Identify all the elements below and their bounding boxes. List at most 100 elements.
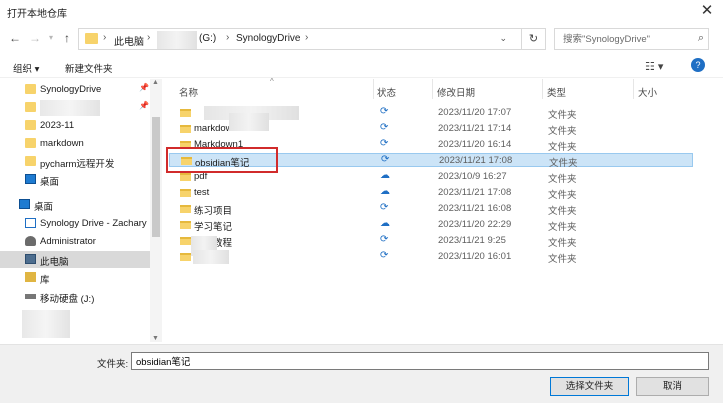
scroll-down-icon[interactable]: ▼	[152, 335, 159, 342]
sidebar-scrollbar[interactable]: ▲ ▼	[150, 79, 162, 342]
sidebar-item-label: 2023-11	[40, 120, 75, 131]
address-bar[interactable]: › 此电脑 › (G:) › SynologyDrive › ⌄ ↻	[78, 28, 546, 50]
sidebar-item-library[interactable]: 库	[0, 269, 150, 286]
column-header-date[interactable]: 修改日期	[437, 85, 475, 99]
scrollbar-thumb[interactable]	[152, 117, 160, 237]
redacted-folder-name	[40, 100, 100, 116]
sidebar-item-desktop[interactable]: 桌面	[0, 196, 150, 213]
item-type: 文件夹	[548, 222, 577, 233]
search-input[interactable]	[563, 32, 683, 46]
refresh-icon[interactable]: ↻	[521, 29, 545, 49]
folder-icon	[25, 102, 36, 112]
sync-status-icon: ⟳	[380, 106, 389, 117]
sidebar-item-synologydrive[interactable]: SynologyDrive 📌	[0, 81, 150, 98]
modified-date: 2023/11/21 17:08	[438, 187, 512, 198]
modified-date: 2023/11/21 17:08	[439, 155, 513, 166]
column-divider[interactable]	[633, 79, 634, 99]
redacted-drive-name	[157, 31, 197, 49]
sidebar-item-this-pc[interactable]: 此电脑	[0, 251, 150, 268]
folder-name-input[interactable]	[131, 352, 709, 370]
folder-name-label: 文件夹:	[97, 359, 129, 370]
file-name: 练习项目	[194, 206, 233, 217]
column-divider[interactable]	[542, 79, 543, 99]
recent-locations-chevron-icon[interactable]: ▾	[44, 30, 58, 46]
desktop-icon	[19, 199, 30, 209]
view-options-icon[interactable]: ☷ ▾	[645, 60, 663, 73]
file-name: test	[194, 187, 210, 198]
folder-icon	[25, 120, 36, 130]
sidebar-item-redacted[interactable]: 📌	[0, 99, 150, 116]
table-row[interactable]: 练习项目 ⟳ 2023/11/21 16:08 文件夹	[169, 202, 693, 217]
sync-status-icon: ⟳	[380, 202, 389, 213]
library-icon	[25, 272, 36, 282]
cancel-button[interactable]: 取消	[636, 377, 709, 396]
pin-icon: 📌	[139, 83, 149, 92]
modified-date: 2023/10/9 16:27	[438, 171, 507, 182]
modified-date: 2023/11/20 17:07	[438, 107, 512, 118]
folder-icon	[180, 125, 191, 133]
breadcrumb-synologydrive[interactable]: SynologyDrive	[236, 33, 300, 44]
item-type: 文件夹	[548, 254, 577, 265]
back-arrow-icon[interactable]: ←	[8, 30, 22, 46]
select-folder-button[interactable]: 选择文件夹	[550, 377, 629, 396]
chevron-right-icon[interactable]: ›	[305, 32, 308, 43]
item-type: 文件夹	[548, 206, 577, 217]
folder-icon	[25, 138, 36, 148]
chevron-right-icon[interactable]: ›	[103, 32, 106, 43]
table-row[interactable]: 学习教程 ⟳ 2023/11/21 9:25 文件夹	[169, 234, 693, 256]
column-header-type[interactable]: 类型	[547, 85, 566, 99]
column-header-size[interactable]: 大小	[638, 85, 657, 99]
item-type: 文件夹	[548, 190, 577, 201]
sidebar-item-removable-disk[interactable]: 移动硬盘 (J:)	[0, 288, 150, 305]
chevron-right-icon[interactable]: ›	[147, 32, 150, 43]
chevron-down-icon[interactable]: ⌄	[499, 33, 507, 44]
folder-icon	[180, 237, 191, 245]
sidebar-item-2023-11[interactable]: 2023-11	[0, 117, 150, 134]
sync-status-icon: ⟳	[380, 138, 389, 149]
table-row[interactable]: 学习笔记 ☁ 2023/11/20 22:29 文件夹	[169, 218, 693, 233]
new-folder-button[interactable]: 新建文件夹	[65, 61, 113, 75]
sync-status-icon: ⟳	[381, 154, 390, 165]
folder-icon	[180, 221, 191, 229]
dialog-footer: 文件夹: 选择文件夹 取消	[0, 344, 723, 403]
sidebar-item-markdown[interactable]: markdown	[0, 135, 150, 152]
annotation-highlight-box	[166, 147, 278, 173]
help-icon[interactable]: ?	[691, 58, 705, 72]
folder-icon	[180, 189, 191, 197]
cloud-status-icon: ☁	[380, 218, 390, 229]
table-row[interactable]: ⟳ 2023/11/20 16:01 文件夹	[169, 250, 693, 265]
column-header-status[interactable]: 状态	[377, 85, 396, 99]
column-header-name[interactable]: 名称	[179, 85, 198, 99]
forward-arrow-icon[interactable]: →	[28, 30, 42, 46]
cloud-status-icon: ☁	[380, 186, 390, 197]
synology-icon	[25, 218, 36, 228]
sidebar-item-administrator[interactable]: Administrator	[0, 233, 150, 250]
sidebar-item-label: 此电脑	[40, 257, 69, 268]
sidebar-item-synology-drive[interactable]: Synology Drive - Zachary	[0, 215, 150, 232]
search-icon[interactable]: ⌕	[698, 32, 704, 45]
chevron-right-icon[interactable]: ›	[226, 32, 229, 43]
sync-folder-icon	[25, 84, 36, 94]
item-type: 文件夹	[548, 238, 577, 249]
redacted-folder-name	[193, 250, 229, 264]
sidebar-item-desktop-quick[interactable]: 桌面	[0, 171, 150, 188]
sort-ascending-icon: ^	[270, 77, 274, 86]
scroll-up-icon[interactable]: ▲	[152, 79, 159, 86]
table-row[interactable]: markdown ⟳ 2023/11/21 17:14 文件夹	[169, 113, 693, 137]
column-divider[interactable]	[432, 79, 433, 99]
search-box[interactable]: ⌕	[554, 28, 709, 50]
breadcrumb-this-pc[interactable]: 此电脑	[114, 33, 144, 48]
folder-icon	[180, 205, 191, 213]
sidebar-item-label: pycharm远程开发	[40, 159, 115, 170]
table-row[interactable]: test ☁ 2023/11/21 17:08 文件夹	[169, 186, 693, 201]
pc-icon	[25, 254, 36, 264]
breadcrumb-drive[interactable]: (G:)	[199, 33, 216, 44]
sidebar-item-label: 移动硬盘 (J:)	[40, 294, 95, 305]
sidebar-item-label: SynologyDrive	[40, 84, 102, 95]
up-arrow-icon[interactable]: ↑	[60, 30, 74, 46]
column-divider[interactable]	[373, 79, 374, 99]
sidebar-item-pycharm[interactable]: pycharm远程开发	[0, 153, 150, 170]
organize-button[interactable]: 组织 ▾	[13, 61, 39, 75]
modified-date: 2023/11/21 16:08	[438, 203, 512, 214]
close-icon[interactable]: ✕	[699, 2, 715, 20]
